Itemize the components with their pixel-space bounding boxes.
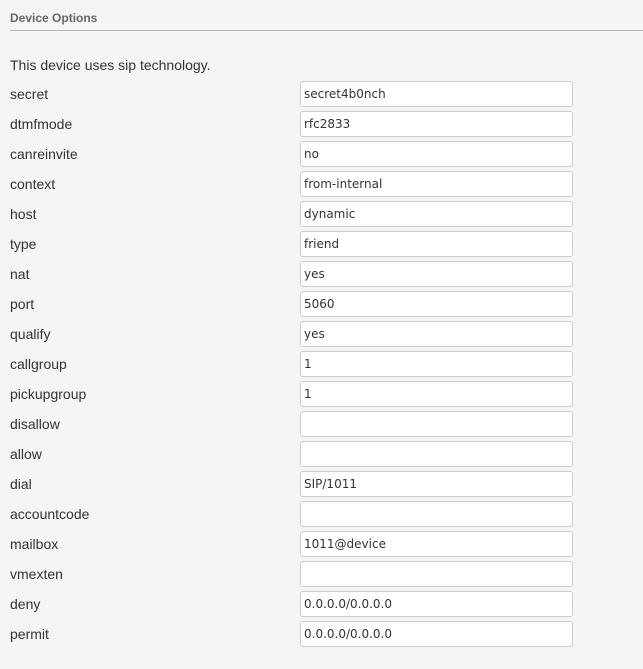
secret-label: secret: [10, 86, 49, 102]
disallow-label: disallow: [10, 416, 60, 432]
field-row-pickupgroup: pickupgroup: [0, 380, 643, 410]
deny-label: deny: [10, 596, 41, 612]
permit-label: permit: [10, 626, 49, 642]
pickupgroup-label: pickupgroup: [10, 386, 87, 402]
field-row-secret: secret: [0, 80, 643, 110]
mailbox-input[interactable]: [300, 531, 573, 557]
accountcode-input[interactable]: [300, 501, 573, 527]
nat-label: nat: [10, 266, 30, 282]
field-row-nat: nat: [0, 260, 643, 290]
field-row-dtmfmode: dtmfmode: [0, 110, 643, 140]
field-row-vmexten: vmexten: [0, 560, 643, 590]
qualify-input[interactable]: [300, 321, 573, 347]
field-row-host: host: [0, 200, 643, 230]
context-input[interactable]: [300, 171, 573, 197]
callgroup-label: callgroup: [10, 356, 67, 372]
field-row-mailbox: mailbox: [0, 530, 643, 560]
section-title: Device Options: [10, 11, 98, 25]
field-row-allow: allow: [0, 440, 643, 470]
allow-input[interactable]: [300, 441, 573, 467]
callgroup-input[interactable]: [300, 351, 573, 377]
port-label: port: [10, 296, 35, 312]
mailbox-label: mailbox: [10, 536, 59, 552]
field-row-canreinvite: canreinvite: [0, 140, 643, 170]
vmexten-label: vmexten: [10, 566, 63, 582]
dtmfmode-label: dtmfmode: [10, 116, 73, 132]
field-row-disallow: disallow: [0, 410, 643, 440]
field-row-type: type: [0, 230, 643, 260]
field-row-deny: deny: [0, 590, 643, 620]
device-options-form: secret dtmfmode canreinvite context host…: [0, 80, 643, 650]
permit-input[interactable]: [300, 621, 573, 647]
field-row-context: context: [0, 170, 643, 200]
host-input[interactable]: [300, 201, 573, 227]
canreinvite-input[interactable]: [300, 141, 573, 167]
field-row-permit: permit: [0, 620, 643, 650]
host-label: host: [10, 206, 37, 222]
type-input[interactable]: [300, 231, 573, 257]
context-label: context: [10, 176, 56, 192]
vmexten-input[interactable]: [300, 561, 573, 587]
type-label: type: [10, 236, 37, 252]
qualify-label: qualify: [10, 326, 51, 342]
dial-label: dial: [10, 476, 32, 492]
field-row-qualify: qualify: [0, 320, 643, 350]
nat-input[interactable]: [300, 261, 573, 287]
field-row-callgroup: callgroup: [0, 350, 643, 380]
deny-input[interactable]: [300, 591, 573, 617]
allow-label: allow: [10, 446, 42, 462]
disallow-input[interactable]: [300, 411, 573, 437]
device-options-header: Device Options: [10, 9, 643, 31]
canreinvite-label: canreinvite: [10, 146, 78, 162]
dial-input[interactable]: [300, 471, 573, 497]
field-row-port: port: [0, 290, 643, 320]
field-row-dial: dial: [0, 470, 643, 500]
secret-input[interactable]: [300, 81, 573, 107]
port-input[interactable]: [300, 291, 573, 317]
technology-description: This device uses sip technology.: [10, 57, 211, 73]
accountcode-label: accountcode: [10, 506, 90, 522]
dtmfmode-input[interactable]: [300, 111, 573, 137]
pickupgroup-input[interactable]: [300, 381, 573, 407]
field-row-accountcode: accountcode: [0, 500, 643, 530]
